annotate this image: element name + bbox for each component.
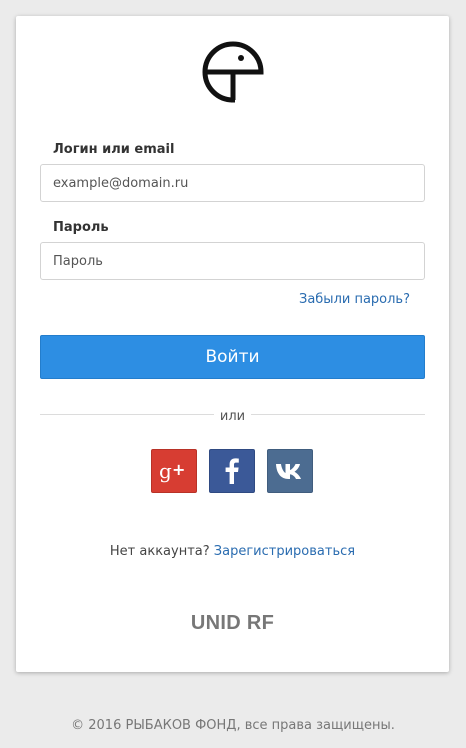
or-divider: или xyxy=(16,405,449,424)
vk-icon xyxy=(276,464,301,479)
logo-icon xyxy=(202,41,264,103)
svg-text:g: g xyxy=(159,459,172,483)
register-prompt: Нет аккаунта? xyxy=(109,544,210,559)
password-label: Пароль xyxy=(53,220,109,235)
forgot-password-link[interactable]: Забыли пароль? xyxy=(299,292,410,307)
google-plus-icon: g + xyxy=(159,459,185,483)
footer-copyright: © 2016 РЫБАКОВ ФОНД, все права защищены. xyxy=(71,718,395,733)
login-label: Логин или email xyxy=(53,142,175,157)
register-link[interactable]: Зарегистрироваться xyxy=(214,544,355,559)
password-input[interactable] xyxy=(40,242,425,280)
login-card: Логин или email Пароль Забыли пароль? Во… xyxy=(16,16,449,672)
facebook-icon xyxy=(225,458,239,484)
brand-name: UNID RF xyxy=(190,612,275,634)
login-input[interactable] xyxy=(40,164,425,202)
vk-button[interactable] xyxy=(267,449,313,493)
register-line: Нет аккаунта? Зарегистрироваться xyxy=(16,544,449,559)
svg-text:+: + xyxy=(172,460,185,479)
or-text: или xyxy=(213,409,252,424)
login-button[interactable]: Войти xyxy=(40,335,425,379)
google-plus-button[interactable]: g + xyxy=(151,449,197,493)
facebook-button[interactable] xyxy=(209,449,255,493)
